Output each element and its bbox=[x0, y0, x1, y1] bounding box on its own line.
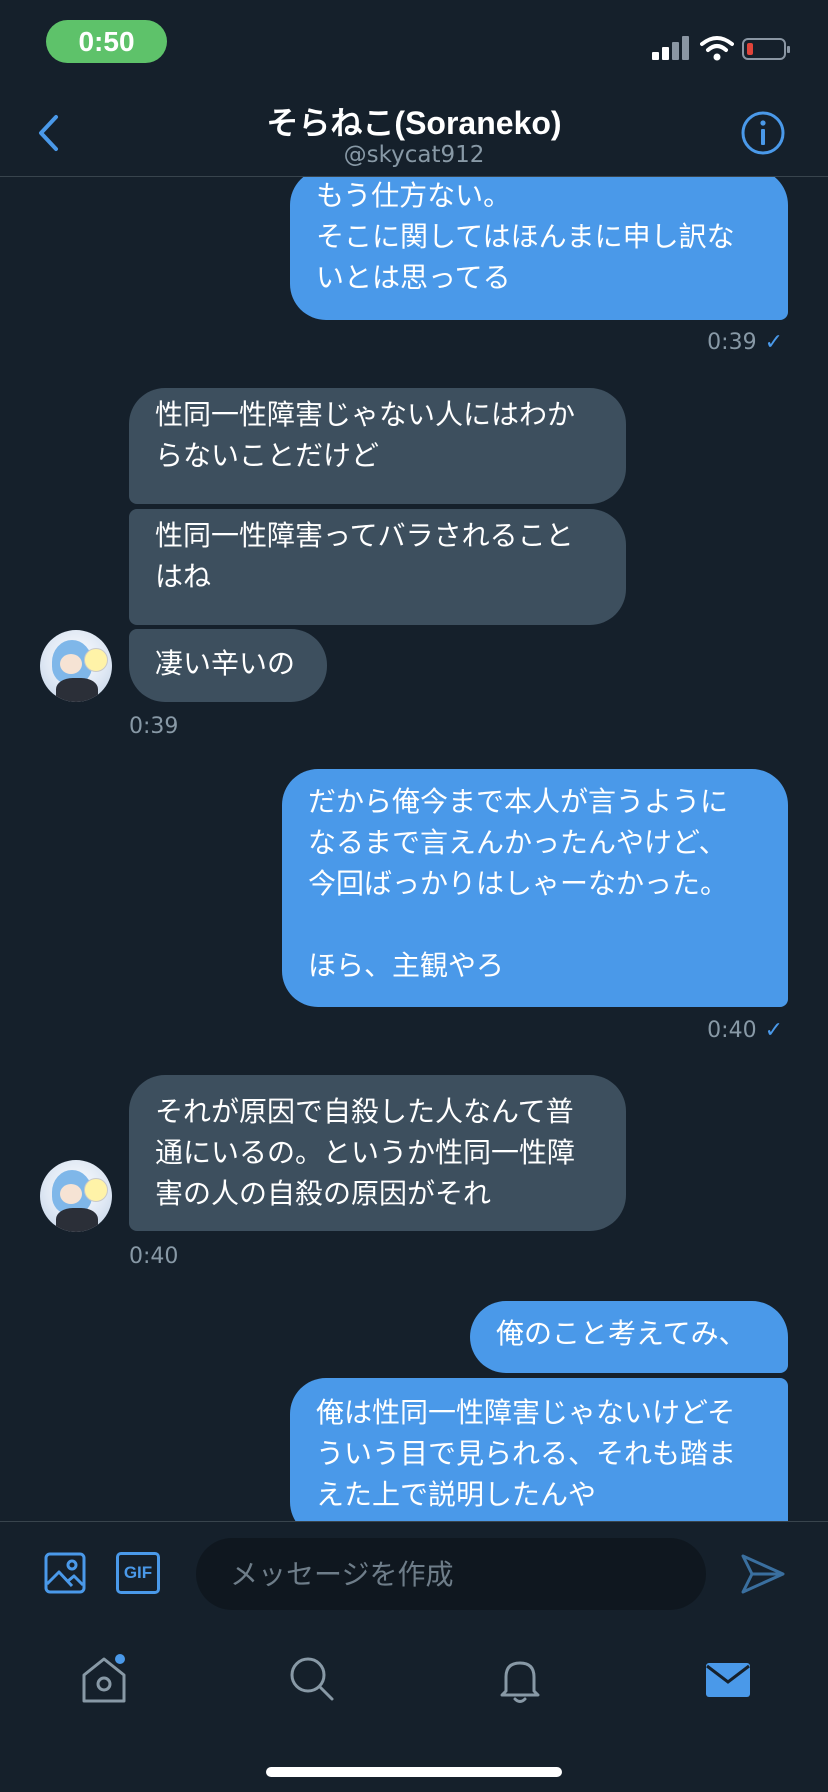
message-bubble-outgoing[interactable]: 俺は性同一性障害じゃないけどそ ういう目で見られる、それも踏ま えた上で説明した… bbox=[290, 1378, 788, 1521]
status-bar: 0:50 bbox=[0, 0, 828, 90]
message-bubble-incoming[interactable]: それが原因で自殺した人なんて普 通にいるの。というか性同一性障 害の人の自殺の原… bbox=[129, 1075, 626, 1231]
info-icon[interactable] bbox=[740, 110, 786, 156]
home-icon[interactable] bbox=[76, 1651, 132, 1707]
wifi-icon bbox=[700, 36, 734, 61]
message-bubble-outgoing[interactable]: もう仕方ない。 そこに関してはほんまに申し訳な いとは思ってる bbox=[290, 177, 788, 320]
message-bubble-outgoing[interactable]: 俺のこと考えてみ、 bbox=[470, 1301, 788, 1373]
message-composer: GIF bbox=[0, 1521, 828, 1626]
gif-button[interactable]: GIF bbox=[116, 1552, 160, 1594]
avatar[interactable] bbox=[40, 1160, 112, 1232]
message-list[interactable]: もう仕方ない。 そこに関してはほんまに申し訳な いとは思ってる 0:39 ✓ 性同… bbox=[0, 177, 828, 1521]
message-bubble-outgoing[interactable]: だから俺今まで本人が言うように なるまで言えんかったんやけど、 今回ばっかりはし… bbox=[282, 769, 788, 1007]
home-indicator bbox=[266, 1767, 562, 1777]
message-timestamp: 0:40 bbox=[129, 1244, 179, 1269]
bell-icon[interactable] bbox=[492, 1651, 548, 1707]
sent-check-icon: ✓ bbox=[764, 330, 783, 355]
message-timestamp: 0:40 ✓ bbox=[707, 1018, 783, 1043]
conversation-handle: @skycat912 bbox=[343, 142, 485, 168]
message-timestamp: 0:39 bbox=[129, 714, 179, 739]
cellular-signal-icon bbox=[652, 36, 690, 60]
avatar[interactable] bbox=[40, 630, 112, 702]
message-input[interactable] bbox=[196, 1538, 706, 1610]
message-timestamp: 0:39 ✓ bbox=[707, 330, 783, 355]
conversation-title[interactable]: そらねこ(Soraneko) bbox=[0, 98, 828, 144]
battery-icon bbox=[742, 38, 790, 60]
message-bubble-incoming[interactable]: 性同一性障害じゃない人にはわか らないことだけど bbox=[129, 388, 626, 504]
unread-dot-icon bbox=[115, 1654, 125, 1664]
status-time: 0:50 bbox=[46, 20, 167, 63]
search-icon[interactable] bbox=[284, 1651, 340, 1707]
mail-icon[interactable] bbox=[700, 1651, 756, 1707]
send-icon[interactable] bbox=[740, 1552, 786, 1596]
tab-bar bbox=[0, 1625, 828, 1792]
message-bubble-incoming[interactable]: 性同一性障害ってバラされること はね bbox=[129, 509, 626, 625]
sent-check-icon: ✓ bbox=[764, 1018, 783, 1043]
image-icon[interactable] bbox=[44, 1552, 86, 1594]
conversation-header: そらねこ(Soraneko) @skycat912 bbox=[0, 90, 828, 177]
message-bubble-incoming[interactable]: 凄い辛いの bbox=[129, 629, 327, 702]
